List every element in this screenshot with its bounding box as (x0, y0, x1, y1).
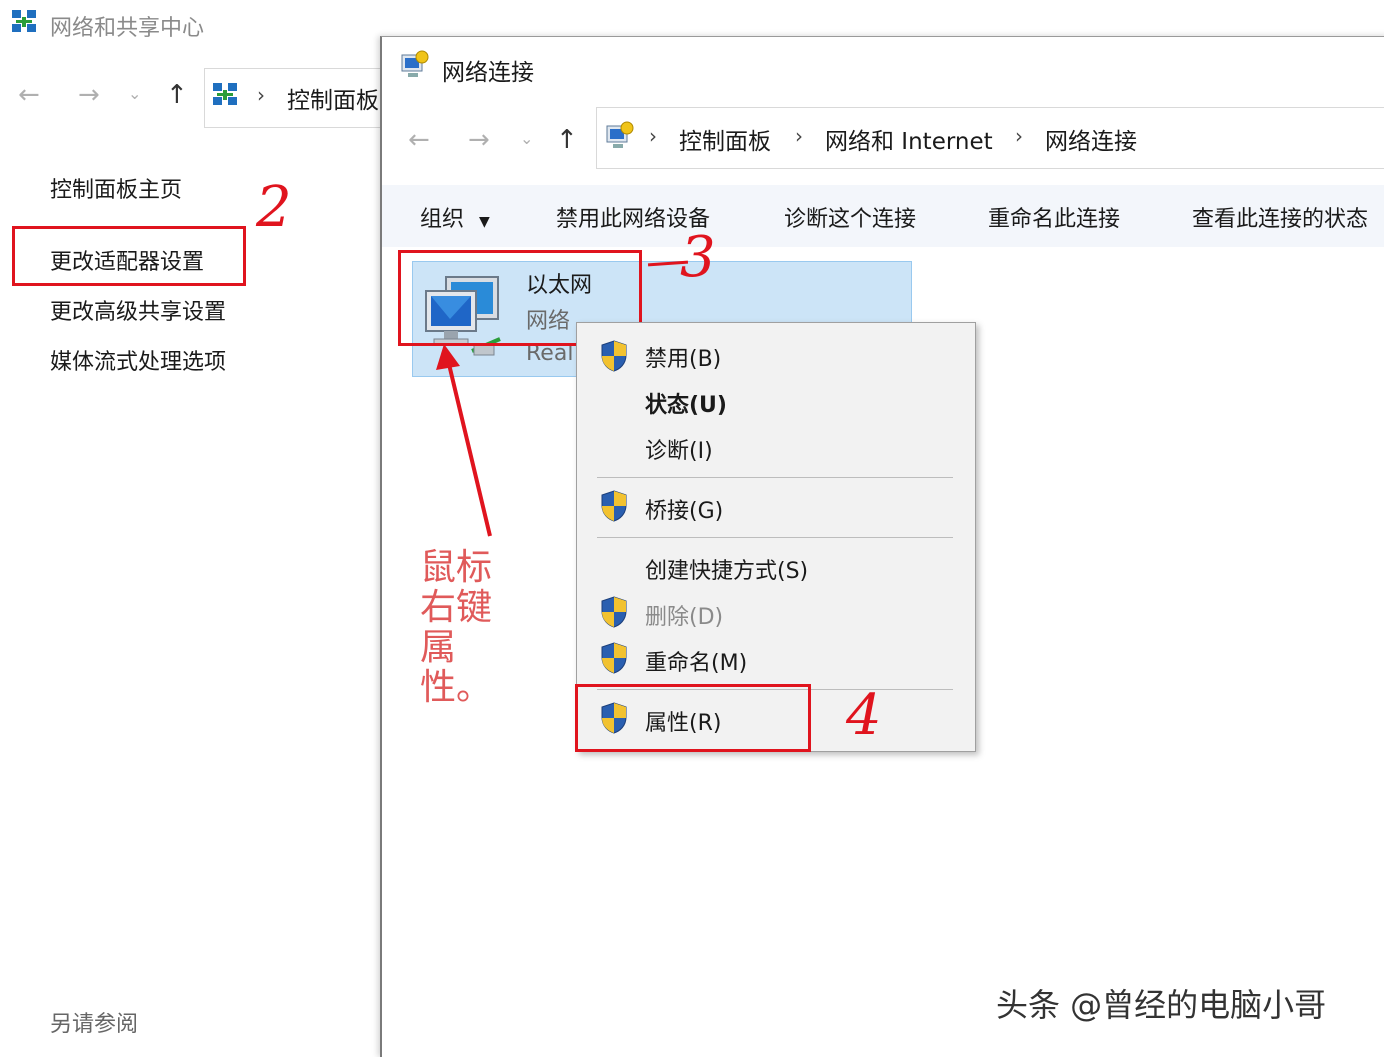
uac-shield-icon (601, 596, 627, 628)
back-arrow-icon[interactable]: ← (408, 125, 430, 155)
organize-label: 组织 (420, 207, 465, 232)
sidebar-item-media-streaming[interactable]: 媒体流式处理选项 (50, 344, 226, 376)
breadcrumb-control-panel[interactable]: 控制面板 (679, 122, 771, 156)
recent-chevron-down-icon[interactable]: ⌄ (128, 84, 141, 103)
breadcrumb-chevron-icon: › (1015, 124, 1023, 148)
organize-button[interactable]: 组织 ▼ (420, 201, 490, 233)
menu-item-delete: 删除(D) (645, 605, 724, 630)
window-title: 网络连接 (442, 60, 534, 86)
forward-arrow-icon[interactable]: → (78, 80, 100, 110)
menu-separator (597, 537, 953, 538)
annotation-box-step4 (575, 684, 811, 752)
sidebar-item-control-panel-home[interactable]: 控制面板主页 (50, 172, 182, 204)
control-panel-icon (213, 83, 237, 105)
forward-arrow-icon[interactable]: → (468, 125, 490, 155)
breadcrumb-network-internet[interactable]: 网络和 Internet (825, 122, 993, 156)
menu-item-status[interactable]: 状态(U) (645, 387, 727, 419)
back-arrow-icon[interactable]: ← (18, 80, 40, 110)
address-bar[interactable]: › 控制面板 (204, 68, 405, 128)
menu-item-disable[interactable]: 禁用(B) (645, 341, 721, 373)
uac-shield-icon (601, 340, 627, 372)
breadcrumb-chevron-icon: › (257, 83, 265, 107)
breadcrumb-control-panel[interactable]: 控制面板 (287, 81, 379, 115)
watermark: 头条 @曾经的电脑小哥 (996, 986, 1327, 1024)
see-also-heading: 另请参阅 (50, 1012, 139, 1037)
up-arrow-icon[interactable]: ↑ (166, 80, 188, 110)
uac-shield-icon (601, 490, 627, 522)
address-bar[interactable]: › 控制面板 › 网络和 Internet › 网络连接 (596, 107, 1384, 169)
recent-chevron-down-icon[interactable]: ⌄ (520, 129, 533, 148)
rename-connection-button[interactable]: 重命名此连接 (988, 201, 1120, 233)
network-connections-icon (401, 50, 429, 77)
window-title: 网络和共享中心 (50, 16, 205, 41)
annotation-step3: 3 (680, 225, 716, 290)
breadcrumb-chevron-icon: › (649, 124, 657, 148)
menu-separator (597, 477, 953, 478)
uac-shield-icon (601, 642, 627, 674)
menu-item-create-shortcut[interactable]: 创建快捷方式(S) (645, 553, 808, 585)
network-connections-icon (606, 121, 634, 148)
view-status-button[interactable]: 查看此连接的状态 (1192, 201, 1368, 233)
up-arrow-icon[interactable]: ↑ (556, 125, 578, 155)
menu-item-diagnose[interactable]: 诊断(I) (645, 433, 713, 465)
sidebar-item-advanced-sharing[interactable]: 更改高级共享设置 (50, 294, 226, 326)
annotation-step2: 2 (256, 175, 292, 240)
menu-item-rename[interactable]: 重命名(M) (645, 645, 747, 677)
breadcrumb-chevron-icon: › (795, 124, 803, 148)
diagnose-connection-button[interactable]: 诊断这个连接 (784, 201, 916, 233)
breadcrumb-network-connections[interactable]: 网络连接 (1045, 122, 1137, 156)
menu-item-bridge[interactable]: 桥接(G) (645, 493, 723, 525)
dropdown-arrow-icon: ▼ (479, 214, 490, 230)
annotation-box-step2 (12, 226, 246, 286)
network-icon (12, 10, 36, 32)
annotation-arrow-icon (436, 344, 492, 537)
annotation-note: 鼠标右键属性。 (420, 547, 493, 708)
annotation-step4: 4 (846, 683, 882, 748)
